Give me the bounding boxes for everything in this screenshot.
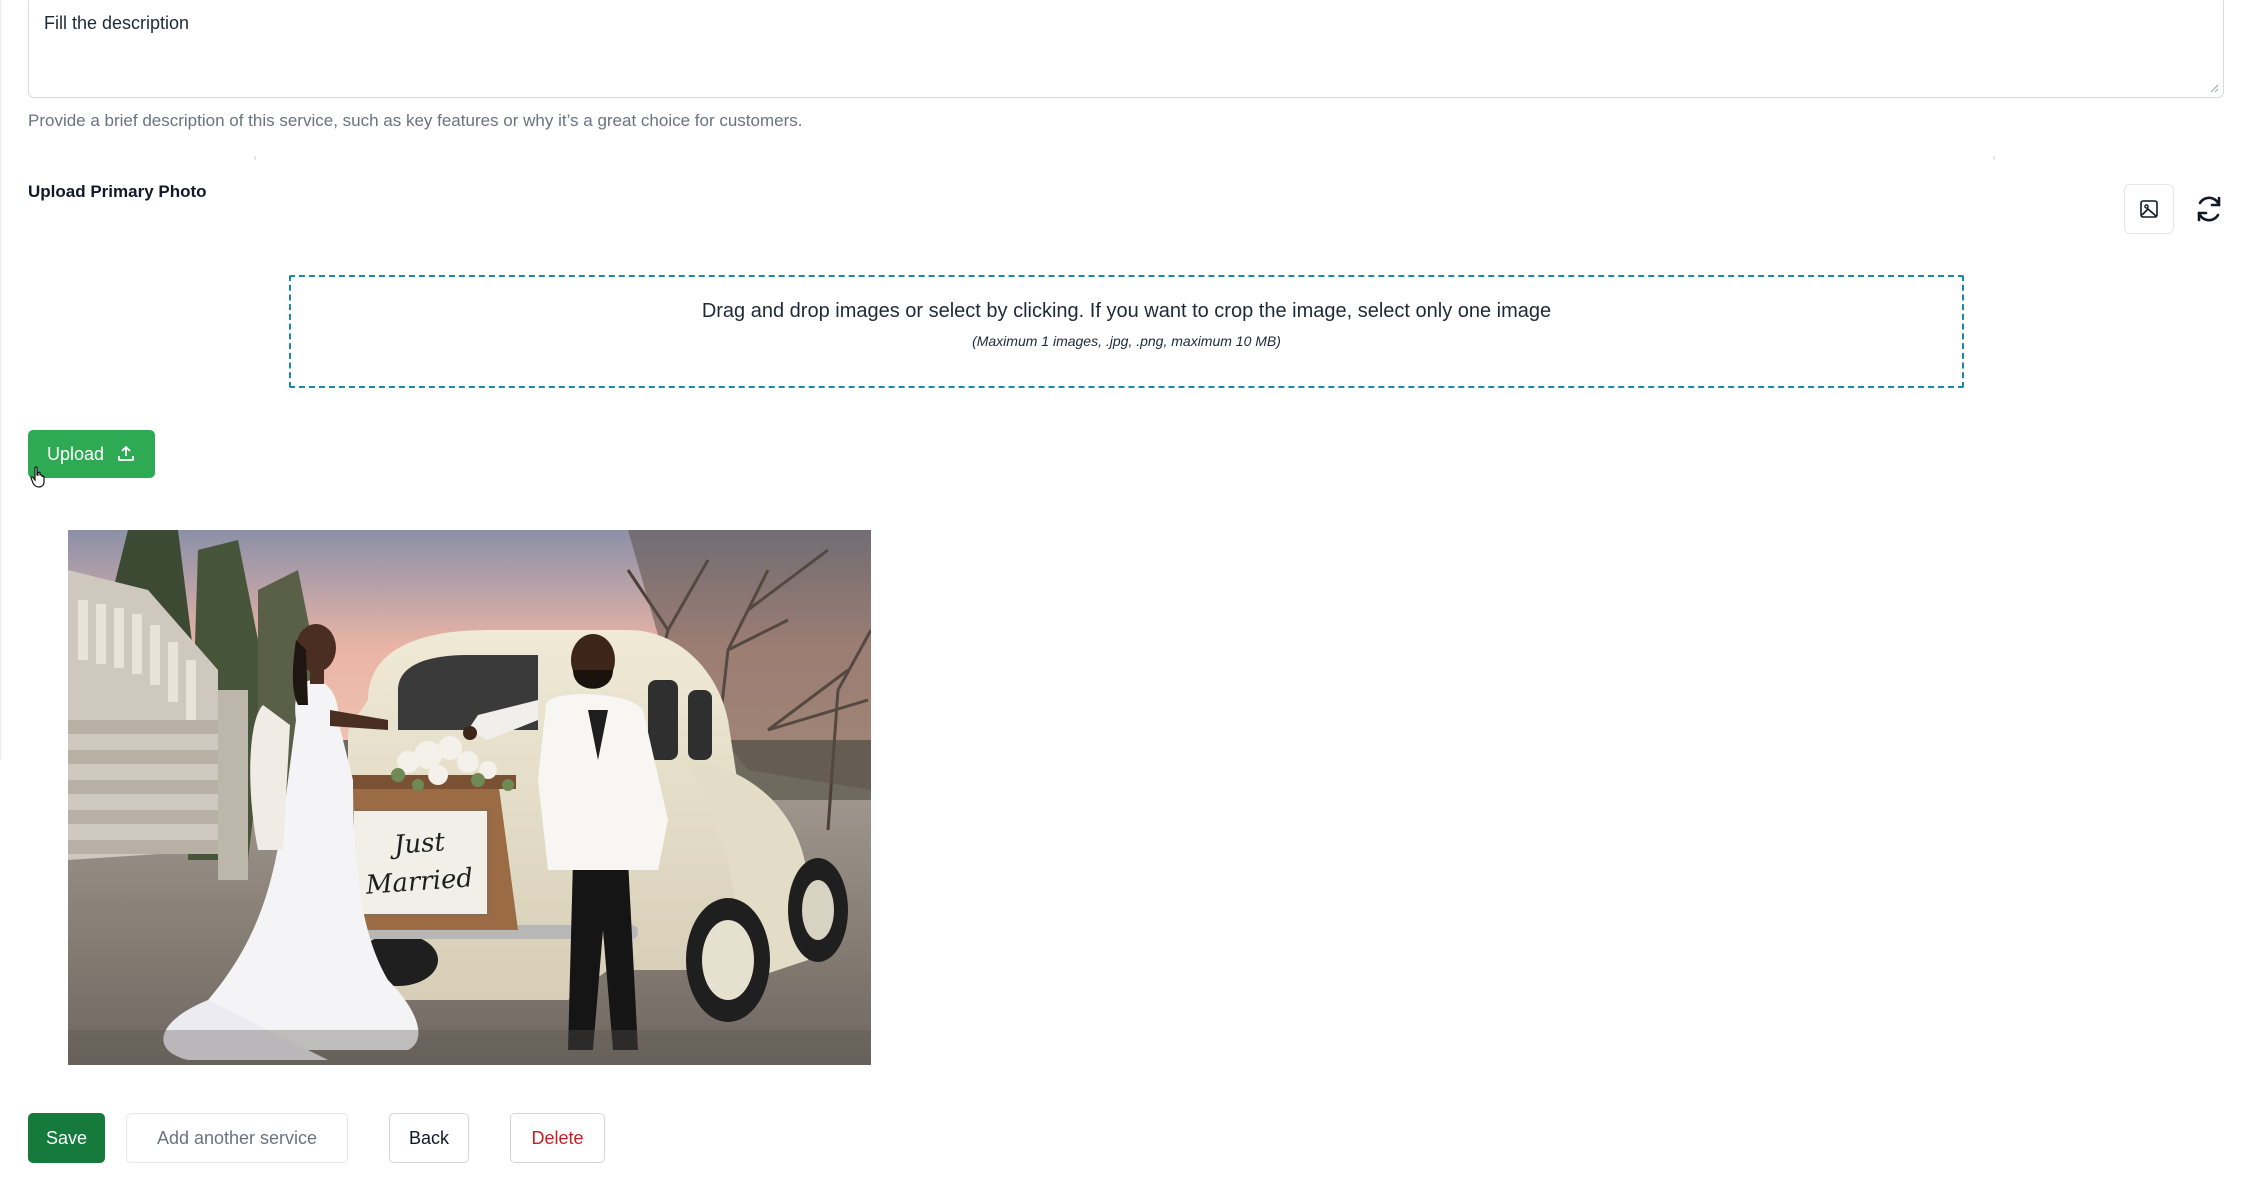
wedding-photo-image: Just Married — [68, 530, 871, 1065]
add-another-service-button[interactable]: Add another service — [126, 1113, 348, 1163]
sidebar-edge-shadow — [0, 0, 3, 760]
delete-button[interactable]: Delete — [510, 1113, 605, 1163]
hand-cursor-icon — [30, 466, 45, 488]
refresh-button[interactable] — [2190, 190, 2228, 228]
back-button[interactable]: Back — [389, 1113, 469, 1163]
upload-button-label: Upload — [46, 443, 105, 464]
image-icon — [2140, 200, 2158, 218]
divider-mark — [254, 156, 256, 160]
save-button[interactable]: Save — [28, 1113, 105, 1163]
image-tool-button[interactable] — [2124, 184, 2174, 234]
service-form-page: Fill the description Provide a brief des… — [0, 0, 2248, 1189]
image-dropzone[interactable]: Drag and drop images or select by clicki… — [289, 275, 1964, 388]
upload-photo-label: Upload Primary Photo — [28, 182, 207, 201]
sign-text-just: Just — [388, 827, 446, 861]
dropzone-instructions: Drag and drop images or select by clicki… — [701, 300, 1552, 322]
resize-grip-icon[interactable] — [2209, 83, 2219, 93]
dropzone-limits: (Maximum 1 images, .jpg, .png, maximum 1… — [972, 333, 1281, 349]
uploaded-photo-preview: Just Married — [68, 530, 871, 1065]
description-textarea[interactable]: Fill the description — [28, 0, 2224, 98]
description-hint: Provide a brief description of this serv… — [28, 111, 803, 130]
upload-icon — [118, 446, 134, 461]
refresh-icon — [2197, 196, 2221, 222]
divider-mark — [1993, 156, 1995, 160]
description-value: Fill the description — [44, 13, 190, 33]
